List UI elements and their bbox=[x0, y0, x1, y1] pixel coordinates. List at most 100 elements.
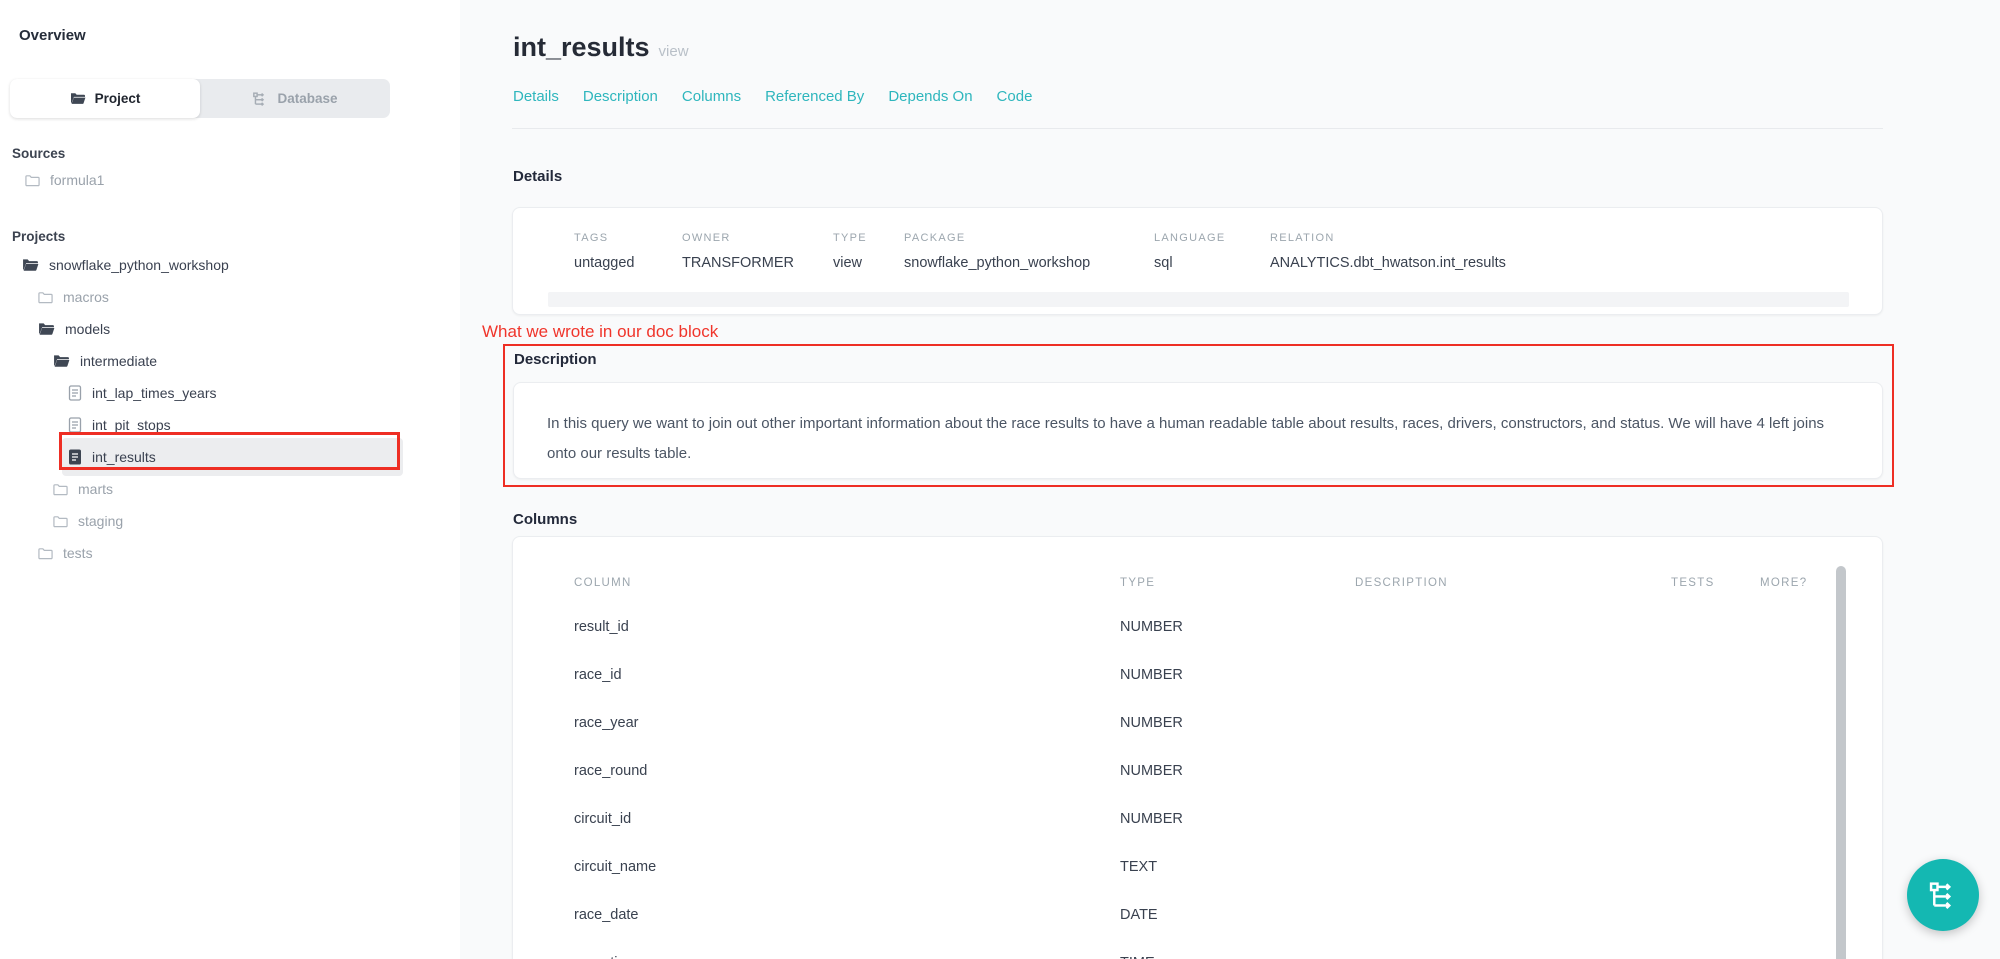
field-value: TRANSFORMER bbox=[682, 255, 794, 271]
model-file-filled-icon bbox=[68, 449, 82, 465]
tree-item-label: marts bbox=[78, 481, 113, 497]
table-row[interactable]: circuit_name TEXT bbox=[513, 859, 1833, 879]
folder-open-icon bbox=[53, 354, 70, 368]
view-toggle: Project Database bbox=[10, 79, 390, 118]
folder-open-icon bbox=[70, 92, 86, 105]
details-section-heading: Details bbox=[513, 168, 562, 185]
tree-item-label: intermediate bbox=[80, 353, 157, 369]
tree-item-label: int_results bbox=[92, 449, 156, 465]
column-type-cell: NUMBER bbox=[1120, 715, 1183, 731]
table-row[interactable]: result_id NUMBER bbox=[513, 619, 1833, 639]
column-type-cell: TEXT bbox=[1120, 859, 1157, 875]
column-type-cell: DATE bbox=[1120, 907, 1158, 923]
column-header-tests: TESTS bbox=[1671, 577, 1715, 589]
tree-item-tests[interactable]: tests bbox=[0, 537, 460, 569]
column-name-cell: race_round bbox=[574, 763, 647, 779]
folder-closed-icon bbox=[53, 515, 68, 528]
column-name-cell: circuit_id bbox=[574, 811, 631, 827]
tree-item-int-pit-stops[interactable]: int_pit_stops bbox=[0, 409, 460, 441]
database-toggle-button[interactable]: Database bbox=[200, 79, 390, 118]
lineage-graph-fab[interactable] bbox=[1907, 859, 1979, 931]
columns-card: COLUMN TYPE DESCRIPTION TESTS MORE? resu… bbox=[512, 536, 1883, 959]
model-type-badge: view bbox=[659, 43, 689, 60]
model-file-icon bbox=[68, 385, 82, 401]
tree-item-marts[interactable]: marts bbox=[0, 473, 460, 505]
tab-details[interactable]: Details bbox=[513, 88, 559, 105]
dbt-docs-app: Overview Project Database Sources formul… bbox=[0, 0, 2000, 959]
lineage-graph-icon bbox=[1927, 879, 1959, 911]
project-tree: snowflake_python_workshop macros models … bbox=[0, 249, 460, 569]
database-tree-icon bbox=[252, 91, 268, 107]
tree-item-staging[interactable]: staging bbox=[0, 505, 460, 537]
field-value: snowflake_python_workshop bbox=[904, 255, 1090, 271]
tree-item-models[interactable]: models bbox=[0, 313, 460, 345]
tree-item-label: snowflake_python_workshop bbox=[49, 257, 229, 273]
field-label: RELATION bbox=[1270, 232, 1335, 244]
description-text: In this query we want to join out other … bbox=[547, 409, 1842, 468]
tab-referenced-by[interactable]: Referenced By bbox=[765, 88, 864, 105]
column-type-cell: NUMBER bbox=[1120, 763, 1183, 779]
tab-depends-on[interactable]: Depends On bbox=[888, 88, 972, 105]
field-value: untagged bbox=[574, 255, 634, 271]
field-value: ANALYTICS.dbt_hwatson.int_results bbox=[1270, 255, 1506, 271]
project-toggle-button[interactable]: Project bbox=[10, 79, 200, 118]
column-type-cell: NUMBER bbox=[1120, 667, 1183, 683]
table-row[interactable]: race_year NUMBER bbox=[513, 715, 1833, 735]
table-row[interactable]: race_id NUMBER bbox=[513, 667, 1833, 687]
column-type-cell: NUMBER bbox=[1120, 619, 1183, 635]
tab-code[interactable]: Code bbox=[997, 88, 1033, 105]
table-row[interactable]: race_date DATE bbox=[513, 907, 1833, 927]
model-name: int_results bbox=[513, 32, 650, 62]
tabs-divider bbox=[512, 128, 1883, 129]
doc-block-annotation-text: What we wrote in our doc block bbox=[482, 322, 718, 342]
tree-item-macros[interactable]: macros bbox=[0, 281, 460, 313]
columns-section-heading: Columns bbox=[513, 511, 577, 528]
column-name-cell: race_year bbox=[574, 715, 638, 731]
folder-closed-icon bbox=[53, 483, 68, 496]
column-name-cell: race_id bbox=[574, 667, 622, 683]
tree-item-label: int_lap_times_years bbox=[92, 385, 217, 401]
column-header-description: DESCRIPTION bbox=[1355, 577, 1448, 589]
column-type-cell: TIME bbox=[1120, 955, 1155, 959]
column-header-type: TYPE bbox=[1120, 577, 1155, 589]
field-value: sql bbox=[1154, 255, 1173, 271]
field-value: view bbox=[833, 255, 862, 271]
tree-item-label: staging bbox=[78, 513, 123, 529]
tree-item-label: int_pit_stops bbox=[92, 417, 171, 433]
tree-item-label: macros bbox=[63, 289, 109, 305]
page-title: int_results view bbox=[513, 32, 689, 63]
tree-item-label: tests bbox=[63, 545, 93, 561]
tree-item-snowflake-python-workshop[interactable]: snowflake_python_workshop bbox=[0, 249, 460, 281]
details-card: TAGS untagged OWNER TRANSFORMER TYPE vie… bbox=[512, 207, 1883, 315]
table-scrollbar[interactable] bbox=[1836, 566, 1846, 959]
projects-section-label: Projects bbox=[12, 229, 65, 244]
tree-item-int-lap-times-years[interactable]: int_lap_times_years bbox=[0, 377, 460, 409]
overview-link[interactable]: Overview bbox=[19, 27, 86, 44]
column-header-column: COLUMN bbox=[574, 577, 632, 589]
folder-closed-icon bbox=[38, 291, 53, 304]
field-label: LANGUAGE bbox=[1154, 232, 1226, 244]
tree-item-int-results-selected[interactable]: int_results bbox=[0, 441, 460, 473]
source-label: formula1 bbox=[50, 172, 104, 188]
sidebar-item-formula1[interactable]: formula1 bbox=[25, 166, 104, 194]
tree-item-intermediate[interactable]: intermediate bbox=[0, 345, 460, 377]
description-card: In this query we want to join out other … bbox=[513, 382, 1883, 479]
description-section-heading: Description bbox=[514, 351, 597, 368]
folder-closed-icon bbox=[25, 174, 40, 187]
model-file-icon bbox=[68, 417, 82, 433]
sidebar: Overview Project Database Sources formul… bbox=[0, 0, 460, 959]
folder-open-icon bbox=[38, 322, 55, 336]
column-name-cell: race_date bbox=[574, 907, 639, 923]
tab-columns[interactable]: Columns bbox=[682, 88, 741, 105]
tree-item-label: models bbox=[65, 321, 110, 337]
field-label: TYPE bbox=[833, 232, 867, 244]
tab-description[interactable]: Description bbox=[583, 88, 658, 105]
table-row[interactable]: circuit_id NUMBER bbox=[513, 811, 1833, 831]
column-name-cell: result_id bbox=[574, 619, 629, 635]
table-row[interactable]: race_round NUMBER bbox=[513, 763, 1833, 783]
field-label: OWNER bbox=[682, 232, 731, 244]
column-name-cell: circuit_name bbox=[574, 859, 656, 875]
table-row[interactable]: race_time TIME bbox=[513, 955, 1833, 959]
details-card-footer-bar bbox=[548, 292, 1849, 307]
column-name-cell: race_time bbox=[574, 955, 638, 959]
